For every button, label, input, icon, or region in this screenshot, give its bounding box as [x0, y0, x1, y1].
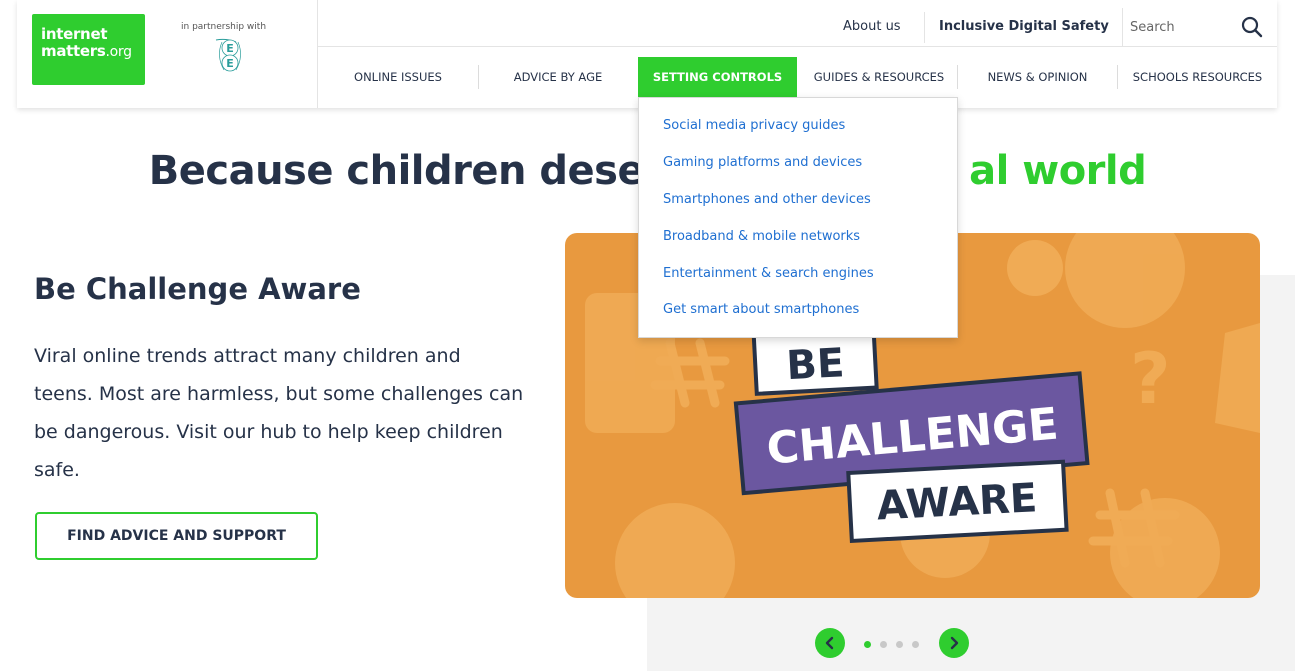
utility-divider	[924, 12, 925, 43]
nav-news-opinion[interactable]: News & opinion	[958, 57, 1117, 97]
hero-image-line1: BE	[785, 340, 845, 389]
headline-start: Because children dese	[148, 148, 645, 194]
site-header: internet matters.org in partnership with…	[17, 0, 1277, 108]
headline-end: al world	[969, 148, 1147, 194]
carousel-dot[interactable]	[864, 641, 871, 648]
dropdown-item-get-smart[interactable]: Get smart about smartphones	[663, 302, 859, 317]
nav-advice-by-age[interactable]: Advice by age	[479, 57, 637, 97]
partner-text: in partnership with	[181, 22, 267, 32]
svg-text:?: ?	[1130, 338, 1171, 420]
internet-matters-logo[interactable]: internet matters.org	[32, 14, 145, 85]
slide-body: Viral online trends attract many childre…	[34, 345, 524, 481]
utility-bar: About us Inclusive Digital Safety	[318, 0, 1277, 47]
chevron-right-icon	[950, 636, 959, 650]
carousel-dot[interactable]	[896, 641, 903, 648]
find-advice-button[interactable]: Find advice and support	[35, 512, 318, 560]
setting-controls-dropdown: Social media privacy guides Gaming platf…	[638, 97, 958, 338]
nav-setting-controls[interactable]: Setting controls	[638, 57, 797, 97]
carousel-next-button[interactable]	[939, 628, 969, 658]
chevron-left-icon	[825, 636, 834, 650]
about-us-link[interactable]: About us	[843, 19, 901, 34]
brand-area: internet matters.org in partnership with…	[17, 0, 318, 108]
inclusive-digital-safety-link[interactable]: Inclusive Digital Safety	[939, 19, 1109, 34]
svg-text:E: E	[226, 42, 234, 55]
hero-image-line3: AWARE	[876, 475, 1039, 529]
nav-schools-resources[interactable]: Schools resources	[1118, 57, 1277, 97]
dropdown-item-broadband[interactable]: Broadband & mobile networks	[663, 229, 860, 244]
nav-online-issues[interactable]: Online issues	[318, 57, 478, 97]
logo-line1: internet	[41, 25, 108, 43]
carousel-prev-button[interactable]	[815, 628, 845, 658]
dropdown-item-smartphones[interactable]: Smartphones and other devices	[663, 192, 871, 207]
search-input[interactable]	[1130, 13, 1240, 41]
nav-guides-resources[interactable]: Guides & resources	[800, 57, 958, 97]
svg-text:E: E	[226, 57, 234, 70]
dropdown-item-social-media[interactable]: Social media privacy guides	[663, 118, 845, 133]
search-icon[interactable]	[1240, 15, 1264, 39]
dropdown-item-gaming[interactable]: Gaming platforms and devices	[663, 155, 862, 170]
logo-suffix: .org	[105, 44, 133, 60]
utility-divider	[1122, 8, 1123, 46]
ee-logo-icon: E E	[215, 38, 241, 72]
logo-line2: matters.org	[41, 43, 145, 61]
carousel-dot[interactable]	[912, 641, 919, 648]
carousel-dot[interactable]	[880, 641, 887, 648]
logo-line2-main: matters	[41, 42, 106, 60]
dropdown-item-entertainment[interactable]: Entertainment & search engines	[663, 266, 874, 281]
slide-title: Be Challenge Aware	[34, 272, 361, 306]
